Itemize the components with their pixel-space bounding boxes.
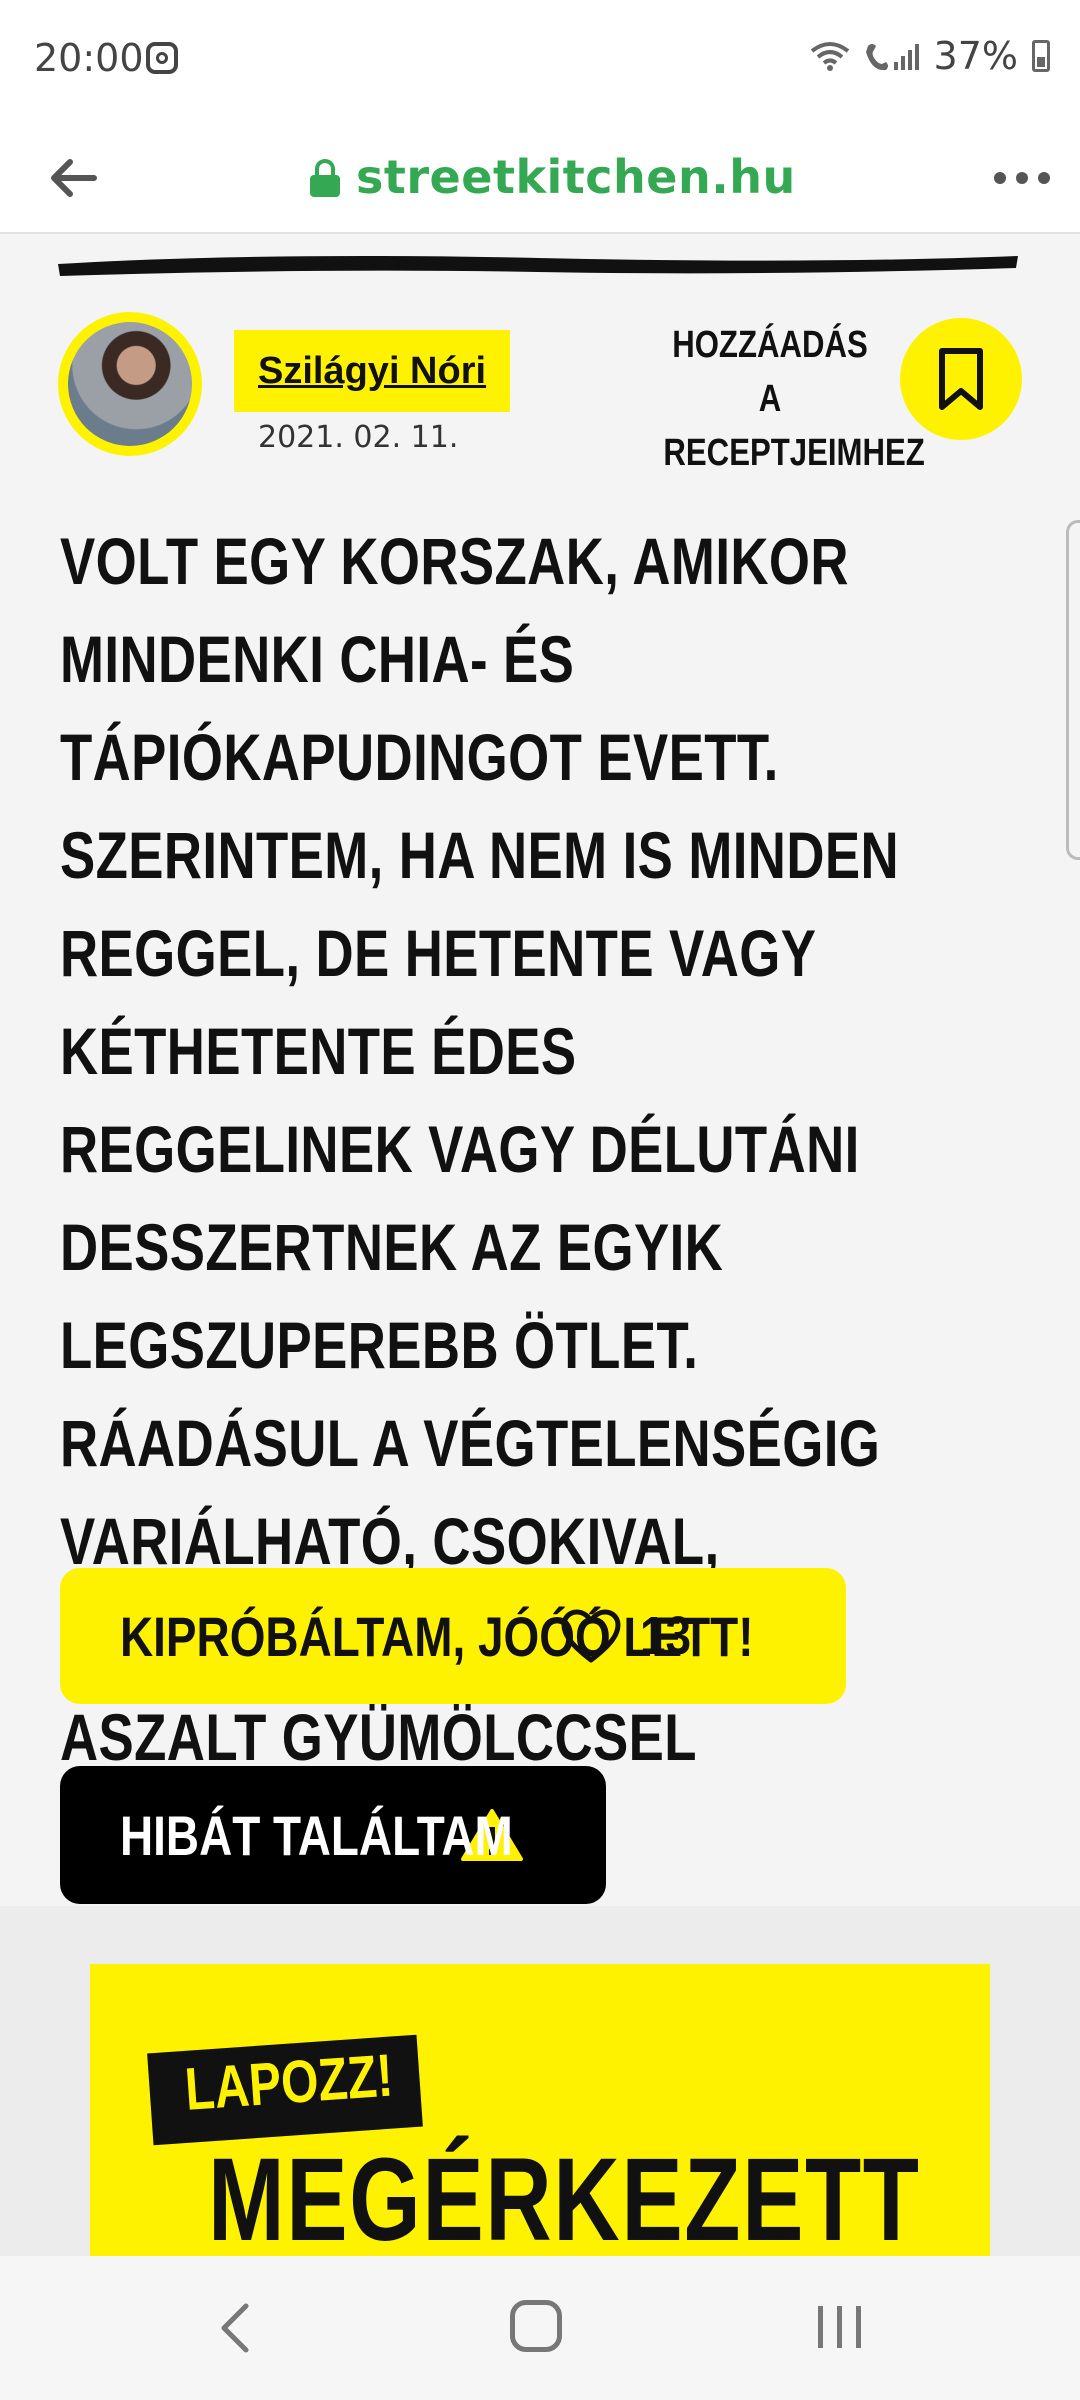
scrollbar[interactable] [1066,520,1080,860]
back-arrow-icon[interactable] [44,150,100,206]
tried-it-button[interactable]: KIPRÓBÁLTAM, JÓÓÓ LETT! 13 [60,1568,846,1704]
promo-headline: MEGÉRKEZETT [208,2134,921,2256]
report-error-label: HIBÁT TALÁLTAM [120,1803,513,1867]
post-date: 2021. 02. 11. [258,420,459,455]
like-count: 13 [640,1606,692,1666]
brush-divider [58,256,1018,276]
nav-back-icon[interactable] [216,2300,256,2356]
browser-toolbar: streetkitchen.hu [0,122,1080,234]
promo-subline: A STREET KITCHEN [208,2242,777,2256]
more-icon[interactable] [994,172,1050,184]
author-name[interactable]: Szilágyi Nóri [258,350,486,393]
add-to-recipes-label[interactable]: HOZZÁADÁS A RECEPTJEIMHEZ [663,318,924,480]
author-badge[interactable]: Szilágyi Nóri [234,330,511,412]
sync-icon [146,42,178,74]
status-icons: 37% [810,34,1050,78]
status-bar: 20:00 37% [0,0,1080,122]
nav-recents-icon[interactable] [818,2306,861,2348]
wifi-icon [810,42,849,71]
battery-icon [1032,40,1050,72]
address-bar[interactable]: streetkitchen.hu [310,150,796,204]
lock-icon [310,157,340,197]
bookmark-button[interactable] [900,318,1022,440]
tried-it-label: KIPRÓBÁLTAM, JÓÓÓ LETT! [120,1604,754,1668]
status-time: 20:00 [34,36,144,80]
bookmark-icon [939,348,983,410]
signal-icon [865,44,919,71]
system-nav-bar [0,2256,1080,2400]
promo-tag: LAPOZZ! [182,2041,396,2123]
promo-banner[interactable]: LAPOZZ! MEGÉRKEZETT A STREET KITCHEN [90,1964,990,2256]
nav-home-icon[interactable] [510,2300,562,2352]
report-error-button[interactable]: HIBÁT TALÁLTAM [60,1766,606,1904]
url-text[interactable]: streetkitchen.hu [356,150,796,204]
battery-percent: 37% [933,34,1018,78]
avatar[interactable] [58,312,202,456]
